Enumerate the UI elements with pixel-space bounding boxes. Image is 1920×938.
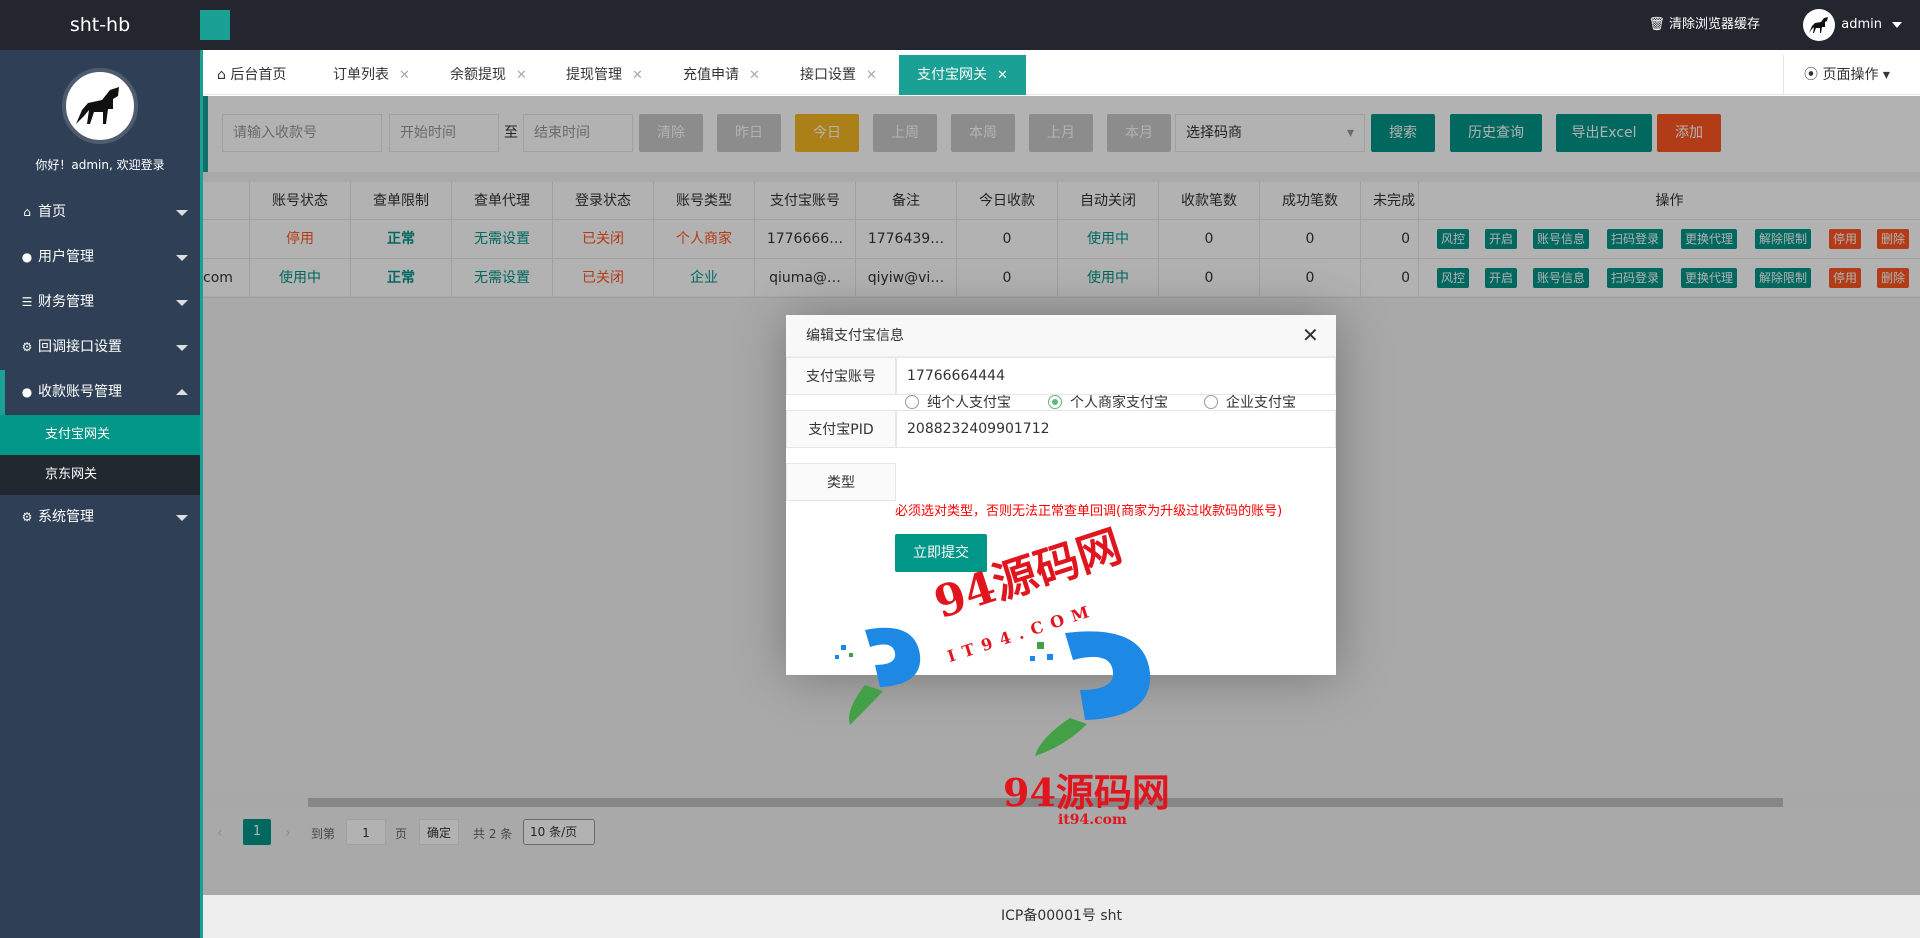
close-icon[interactable]: ✕ bbox=[1302, 325, 1322, 345]
tab-withdraw[interactable]: 提现管理 ✕ bbox=[566, 55, 643, 95]
chevron-down-icon: ▾ bbox=[1878, 67, 1890, 83]
watermark-logo-icon bbox=[835, 627, 921, 725]
users-icon: ● bbox=[21, 385, 33, 399]
user-avatar[interactable] bbox=[1803, 9, 1835, 41]
radio-label: 个人商家支付宝 bbox=[1070, 395, 1168, 411]
chevron-down-icon bbox=[176, 255, 188, 261]
sidebar-item-accounts[interactable]: ● 收款账号管理 bbox=[0, 370, 200, 415]
tab-label: 余额提现 bbox=[450, 67, 506, 83]
sidebar-subitem-jd[interactable]: 京东网关 bbox=[0, 455, 200, 495]
clear-cache-button[interactable]: 🗑 清除浏览器缓存 bbox=[1648, 0, 1760, 50]
tab-alipay[interactable]: 支付宝网关 ✕ bbox=[899, 55, 1026, 95]
radio-icon: ⦿ bbox=[1804, 67, 1823, 83]
page-ops-label: 页面操作 bbox=[1822, 67, 1879, 83]
tab-label: 订单列表 bbox=[333, 67, 389, 83]
chevron-down-icon bbox=[176, 300, 188, 306]
trash-icon: 🗑 bbox=[1648, 17, 1669, 32]
chevron-down-icon[interactable] bbox=[1892, 22, 1902, 28]
home-icon: ⌂ bbox=[217, 67, 231, 83]
gear-icon: ⚙ bbox=[21, 510, 33, 524]
sidebar-item-home[interactable]: ⌂ 首页 bbox=[0, 190, 200, 235]
tab-balance[interactable]: 余额提现 ✕ bbox=[450, 55, 527, 95]
footer: ICP备00001号 sht bbox=[203, 895, 1920, 938]
gear-icon: ⚙ bbox=[21, 340, 33, 354]
close-icon[interactable]: ✕ bbox=[749, 68, 760, 83]
close-icon[interactable]: ✕ bbox=[516, 68, 527, 83]
tab-label: 支付宝网关 bbox=[917, 67, 987, 83]
welcome-text: 你好！admin, 欢迎登录 bbox=[35, 158, 165, 172]
watermark-text: 94源码网 bbox=[1003, 770, 1170, 815]
sidebar-item-label: 用户管理 bbox=[38, 249, 94, 265]
watermark-text: it94.com bbox=[1058, 812, 1127, 828]
sidebar-subitem-alipay[interactable]: 支付宝网关 bbox=[0, 415, 200, 455]
radio-icon bbox=[1204, 395, 1218, 409]
account-label: 支付宝账号 bbox=[786, 357, 896, 395]
chevron-down-icon bbox=[176, 210, 188, 216]
close-icon[interactable]: ✕ bbox=[866, 68, 877, 83]
radio-label: 企业支付宝 bbox=[1226, 395, 1296, 411]
horse-icon bbox=[1809, 17, 1828, 33]
tab-bar: ⌂ 后台首页 订单列表 ✕ 余额提现 ✕ 提现管理 ✕ 充值申请 ✕ 接口设置 ✕ 支付宝… bbox=[203, 55, 1920, 95]
account-field[interactable]: 17766664444 bbox=[896, 357, 1336, 395]
tab-api[interactable]: 接口设置 ✕ bbox=[800, 55, 877, 95]
sidebar-item-callback[interactable]: ⚙ 回调接口设置 bbox=[0, 325, 200, 370]
sidebar-toggle-button[interactable] bbox=[200, 10, 230, 40]
close-icon[interactable]: ✕ bbox=[632, 68, 643, 83]
type-radio-merchant[interactable]: 个人商家支付宝 bbox=[1048, 393, 1168, 413]
user-name[interactable]: admin bbox=[1841, 0, 1882, 50]
sidebar-item-label: 收款账号管理 bbox=[38, 384, 122, 400]
tab-recharge[interactable]: 充值申请 ✕ bbox=[683, 55, 760, 95]
sidebar-item-label: 回调接口设置 bbox=[38, 339, 122, 355]
tab-label: 提现管理 bbox=[566, 67, 622, 83]
top-bar: sht-hb 🗑 清除浏览器缓存 admin bbox=[0, 0, 1920, 50]
sidebar: 你好！admin, 欢迎登录 ⌂ 首页 ● 用户管理 ☰ 财务管理 ⚙ 回调接口设置 ●… bbox=[0, 50, 200, 938]
sidebar-item-label: 系统管理 bbox=[38, 509, 94, 525]
tab-label: 后台首页 bbox=[230, 67, 287, 83]
page-ops-menu[interactable]: ⦿ 页面操作 ▾ bbox=[1783, 55, 1920, 95]
chevron-down-icon bbox=[176, 515, 188, 521]
pid-label: 支付宝PID bbox=[786, 410, 896, 448]
sidebar-item-label: 首页 bbox=[38, 204, 66, 220]
sidebar-item-system[interactable]: ⚙ 系统管理 bbox=[0, 495, 200, 540]
radio-icon bbox=[905, 395, 919, 409]
watermark-logo-icon bbox=[1030, 631, 1151, 756]
close-icon[interactable]: ✕ bbox=[997, 68, 1008, 83]
chevron-up-icon bbox=[176, 389, 188, 395]
type-radio-enterprise[interactable]: 企业支付宝 bbox=[1204, 393, 1296, 413]
type-radio-personal[interactable]: 纯个人支付宝 bbox=[905, 393, 1011, 413]
sidebar-item-label: 财务管理 bbox=[38, 294, 94, 310]
tab-orders[interactable]: 订单列表 ✕ bbox=[333, 55, 410, 95]
brand-title: sht-hb bbox=[69, 14, 131, 36]
list-icon: ☰ bbox=[21, 295, 33, 309]
chevron-down-icon bbox=[176, 345, 188, 351]
radio-checked-icon bbox=[1048, 395, 1062, 409]
pid-field[interactable]: 2088232409901712 bbox=[896, 410, 1336, 448]
clear-cache-label: 清除浏览器缓存 bbox=[1668, 17, 1760, 32]
tab-label: 接口设置 bbox=[800, 67, 856, 83]
avatar bbox=[62, 68, 138, 144]
user-icon: ● bbox=[21, 250, 33, 264]
tab-home[interactable]: ⌂ 后台首页 bbox=[217, 55, 286, 95]
horse-icon bbox=[76, 87, 119, 124]
radio-label: 纯个人支付宝 bbox=[927, 395, 1011, 411]
type-label: 类型 bbox=[786, 463, 896, 501]
modal-header: 编辑支付宝信息 bbox=[786, 315, 1336, 357]
close-icon[interactable]: ✕ bbox=[399, 68, 410, 83]
home-icon: ⌂ bbox=[23, 205, 31, 219]
tab-label: 充值申请 bbox=[683, 67, 739, 83]
modal-title: 编辑支付宝信息 bbox=[806, 328, 904, 344]
sidebar-item-finance[interactable]: ☰ 财务管理 bbox=[0, 280, 200, 325]
sidebar-item-users[interactable]: ● 用户管理 bbox=[0, 235, 200, 280]
